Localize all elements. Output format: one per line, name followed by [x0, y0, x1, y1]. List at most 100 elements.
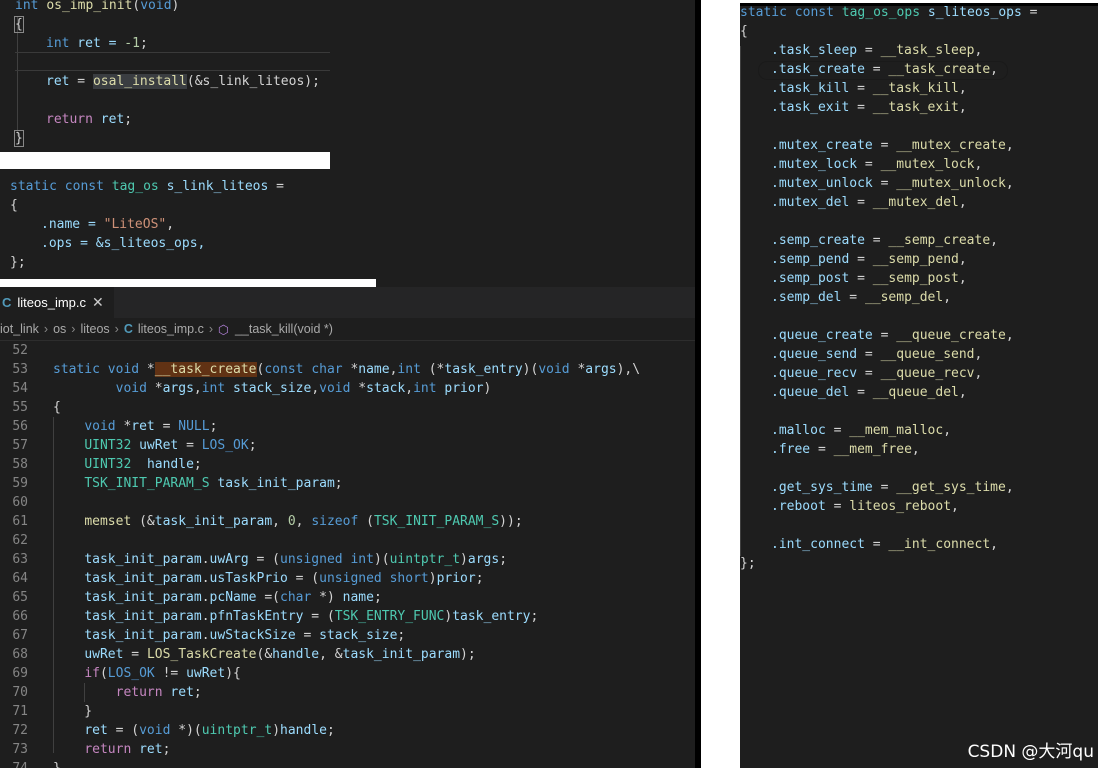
code-token: ;: [397, 628, 406, 643]
code-token: task_init_param: [217, 476, 335, 491]
code-line: }: [53, 759, 61, 768]
code-line: if(LOS_OK != uwRet){: [53, 664, 241, 683]
code-token: .: [201, 571, 210, 586]
code-token: ): [272, 723, 281, 738]
code-token: void: [115, 381, 147, 396]
breadcrumb-item[interactable]: os: [53, 322, 66, 336]
code-line: static const tag_os_ops s_liteos_ops =: [740, 5, 1038, 20]
code-line: UINT32 uwRet = LOS_OK;: [53, 436, 256, 455]
code-token: ;: [334, 476, 343, 491]
code-token: }: [53, 704, 93, 719]
editor-panel: C liteos_imp.c ✕ iot_link › os › liteos …: [0, 287, 695, 768]
separator-strip: [0, 279, 376, 287]
code-token: ;: [326, 723, 335, 738]
ops-entry: .malloc = __mem_malloc,: [771, 423, 952, 438]
code-line: {: [14, 16, 24, 33]
code-token: void: [84, 419, 116, 434]
code-token: task_init_param: [342, 647, 461, 662]
chevron-right-icon: ›: [208, 322, 214, 336]
code-line: void *args,int stack_size,void *stack,in…: [53, 379, 492, 398]
code-line: TSK_INIT_PARAM_S task_init_param;: [53, 474, 343, 493]
code-token: int: [413, 381, 437, 396]
code-token: prior: [436, 571, 476, 586]
code-token: =: [154, 419, 179, 434]
code-token: uintptr_t: [389, 552, 461, 567]
ops-entry: .task_create = __task_create,: [771, 62, 998, 77]
ops-entry: .semp_del = __semp_del,: [771, 290, 952, 305]
code-token: )(: [373, 552, 390, 567]
code-token: TSK_INIT_PARAM_S: [84, 476, 210, 491]
code-token: .: [201, 590, 210, 605]
line-number: 67: [12, 628, 28, 643]
chevron-right-icon: ›: [114, 322, 119, 336]
code-token: prior: [444, 381, 484, 396]
code-line: return ret;: [46, 112, 133, 127]
code-token: ;: [475, 571, 484, 586]
code-token: task_init_param: [84, 590, 202, 605]
breadcrumb-item[interactable]: iot_link: [0, 322, 39, 336]
code-token: ret: [170, 685, 194, 700]
line-number: 55: [12, 400, 28, 415]
code-token: name: [358, 362, 390, 377]
code-line: task_init_param.usTaskPrio = (unsigned s…: [53, 569, 484, 588]
separator-strip: [0, 152, 330, 169]
code-token: memset: [84, 514, 132, 529]
tab-liteos-imp[interactable]: C liteos_imp.c ✕: [0, 287, 114, 318]
code-token: int: [397, 362, 421, 377]
os-imp-init-snippet: int os_imp_init(void) { int ret = -1; re…: [0, 0, 330, 152]
code-token: = (: [248, 552, 281, 567]
code-token: void: [319, 381, 351, 396]
c-file-icon: C: [123, 322, 133, 336]
ops-entry: .queue_recv = __queue_recv,: [771, 366, 983, 381]
code-line: ret = (void *)(uintptr_t)handle;: [53, 721, 335, 740]
code-token: *): [311, 590, 343, 605]
breadcrumb: iot_link › os › liteos › C liteos_imp.c …: [0, 318, 695, 340]
code-token: *: [146, 381, 163, 396]
line-number: 69: [12, 666, 28, 681]
ops-entry: .free = __mem_free,: [771, 442, 920, 457]
code-line: return ret;: [53, 683, 202, 702]
code-token: =: [295, 628, 320, 643]
code-token: *: [139, 362, 155, 377]
code-token: handle: [280, 723, 327, 738]
line-number: 64: [12, 571, 28, 586]
code-token: args: [162, 381, 194, 396]
close-icon[interactable]: ✕: [92, 294, 104, 311]
code-token: void: [139, 723, 171, 738]
line-number: 63: [12, 552, 28, 567]
line-number: 54: [12, 381, 28, 396]
code-line: UINT32 handle;: [53, 455, 201, 474]
code-token: (*: [420, 362, 445, 377]
code-line: };: [10, 255, 26, 270]
line-number: 70: [12, 685, 28, 700]
code-token: void: [107, 362, 140, 377]
code-token: unsigned: [319, 571, 382, 586]
code-token: LOS_OK: [201, 438, 249, 453]
code-token: = (: [303, 609, 335, 624]
breadcrumb-item[interactable]: liteos: [80, 322, 109, 336]
code-token: UINT32: [84, 457, 132, 472]
line-number: 68: [12, 647, 28, 662]
ops-entry: .mutex_create = __mutex_create,: [771, 138, 1014, 153]
breadcrumb-item[interactable]: liteos_imp.c: [138, 322, 204, 336]
indent-guide: [740, 46, 741, 556]
code-token: (&: [131, 514, 155, 529]
breadcrumb-item[interactable]: __task_kill(void *): [235, 322, 333, 336]
code-token: LOS_OK: [107, 666, 155, 681]
ops-entry: .queue_del = __queue_del,: [771, 385, 967, 400]
code-token: *: [569, 362, 586, 377]
line-number: 74: [0, 759, 28, 768]
line-number: 59: [12, 476, 28, 491]
